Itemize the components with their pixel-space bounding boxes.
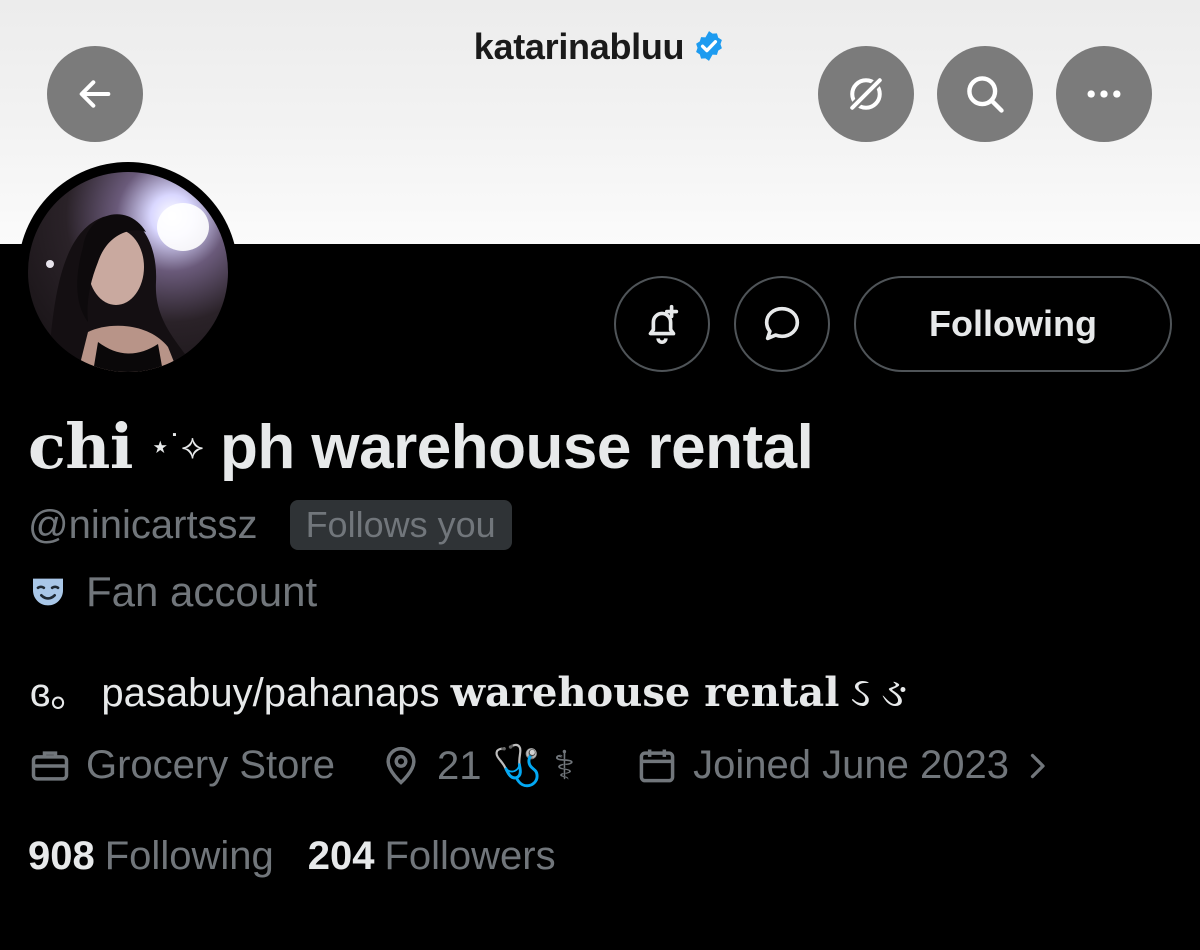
grok-icon xyxy=(848,76,884,112)
following-label: Following xyxy=(104,834,274,878)
display-name-prefix: chi xyxy=(28,410,133,483)
search-icon xyxy=(967,76,1004,113)
arrow-left-icon xyxy=(79,80,111,108)
message-bubble-icon xyxy=(764,306,800,341)
followers-count: 204 xyxy=(307,834,375,878)
display-name-suffix: ph warehouse rental xyxy=(219,413,814,482)
calendar-icon xyxy=(639,749,675,782)
handle: @ninicartssz xyxy=(28,502,258,547)
category-text: Fan account xyxy=(86,568,318,615)
location: 21 🩺 ⚕ xyxy=(379,742,575,789)
display-name: chi ⋆˙⟡ ph warehouse rental xyxy=(28,410,814,483)
follows-you-badge: Follows you xyxy=(289,500,512,550)
bio-start: ɞ。 pasabuy/pahanaps xyxy=(30,671,451,715)
following-link[interactable]: 908 Following xyxy=(28,834,274,879)
category-label: Fan account xyxy=(28,568,317,616)
more-horizontal-icon xyxy=(1087,90,1121,98)
location-pin-icon xyxy=(386,746,416,785)
joined-date[interactable]: Joined June 2023 xyxy=(635,743,1069,788)
grok-button[interactable] xyxy=(818,46,914,142)
bell-plus-icon xyxy=(648,304,679,344)
following-count: 908 xyxy=(28,834,95,878)
location-text: 21 🩺 ⚕ xyxy=(436,744,576,788)
business-type-text: Grocery Store xyxy=(86,743,335,787)
follow-stats: 908 Following 204 Followers xyxy=(28,834,556,879)
search-button[interactable] xyxy=(937,46,1033,142)
followers-label: Followers xyxy=(384,834,556,878)
message-button[interactable] xyxy=(734,276,830,372)
avatar[interactable] xyxy=(18,162,238,382)
verified-badge-icon xyxy=(692,29,726,72)
chevron-right-icon xyxy=(1030,753,1045,778)
bio-end: ઽ ઙ xyxy=(839,671,908,715)
joined-text: Joined June 2023 xyxy=(693,743,1009,787)
avatar-illustration xyxy=(46,203,209,372)
avatar-photo xyxy=(28,172,228,372)
display-name-decoration: ⋆˙⟡ xyxy=(149,428,204,466)
back-button[interactable] xyxy=(47,46,143,142)
more-button[interactable] xyxy=(1056,46,1152,142)
handle-row: @ninicartssz Follows you xyxy=(28,500,512,550)
profile-meta: Grocery Store 21 🩺 ⚕ Joined June 2023 xyxy=(28,742,1069,789)
briefcase-icon xyxy=(31,750,69,781)
following-button[interactable]: Following xyxy=(854,276,1172,372)
followers-link[interactable]: 204 Followers xyxy=(308,834,556,879)
theater-mask-icon xyxy=(33,578,63,606)
notify-button[interactable] xyxy=(614,276,710,372)
bio-bold: warehouse rental xyxy=(450,669,840,716)
header-username: katarinabluu xyxy=(473,26,685,67)
bio: ɞ。 pasabuy/pahanaps warehouse rental ઽ ઙ xyxy=(30,660,907,718)
business-type: Grocery Store xyxy=(28,743,335,788)
